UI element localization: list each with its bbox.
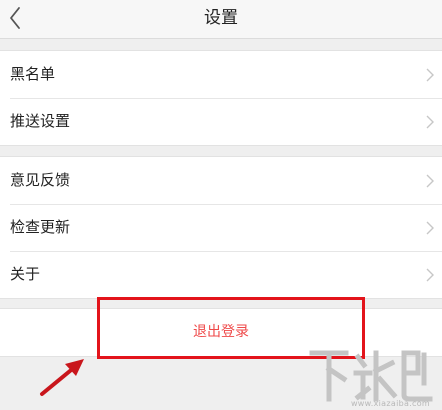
row-about[interactable]: 关于	[0, 251, 442, 298]
logout-label: 退出登录	[193, 324, 249, 340]
page-title: 设置	[204, 8, 238, 28]
settings-group-1: 黑名单 推送设置	[0, 50, 442, 146]
watermark-url: www.xiazaiba.com	[350, 399, 430, 408]
settings-screen: 设置 黑名单 推送设置 意见反馈 检查更新 关于 退出登录 www.xiazai…	[0, 0, 442, 410]
logout-button[interactable]: 退出登录	[0, 308, 442, 357]
row-label: 黑名单	[10, 65, 56, 83]
row-label: 推送设置	[10, 112, 71, 130]
row-blacklist[interactable]: 黑名单	[0, 51, 442, 98]
settings-group-2: 意见反馈 检查更新 关于	[0, 156, 442, 299]
row-label: 关于	[10, 265, 41, 283]
row-feedback[interactable]: 意见反馈	[0, 157, 442, 204]
row-check-update[interactable]: 检查更新	[0, 204, 442, 251]
chevron-right-icon	[426, 221, 434, 235]
row-label: 检查更新	[10, 218, 71, 236]
nav-bar: 设置	[0, 0, 442, 39]
chevron-right-icon	[426, 268, 434, 282]
chevron-right-icon	[426, 115, 434, 129]
row-push-settings[interactable]: 推送设置	[0, 98, 442, 145]
row-label: 意见反馈	[10, 171, 71, 189]
chevron-right-icon	[426, 68, 434, 82]
annotation-arrow-icon	[40, 359, 84, 396]
chevron-right-icon	[426, 174, 434, 188]
